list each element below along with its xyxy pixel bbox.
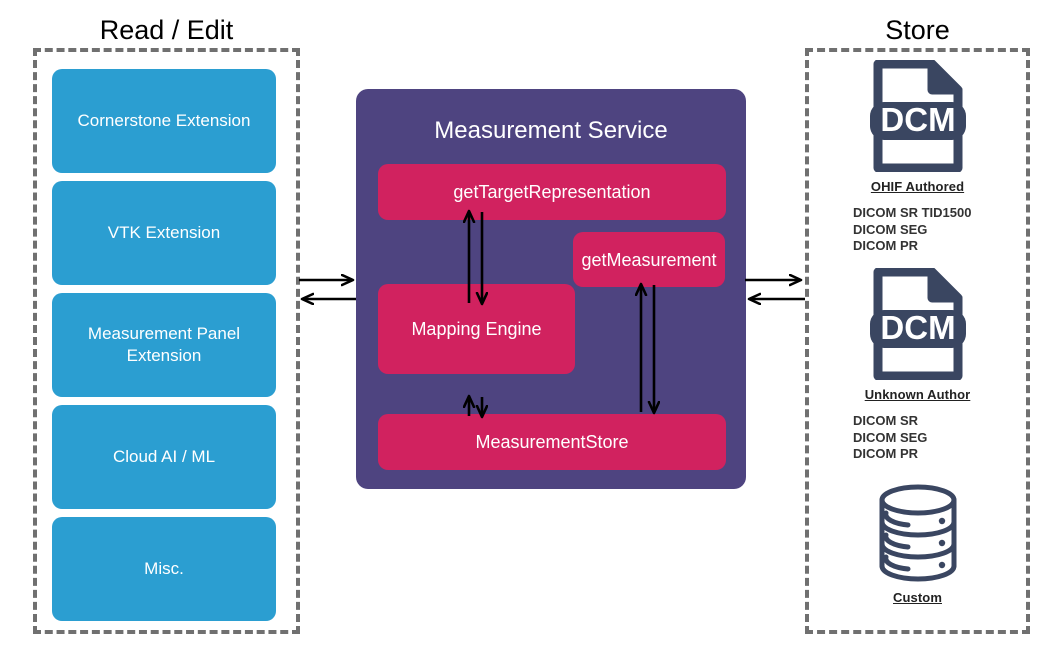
extension-card-cloud-ai-ml[interactable]: Cloud AI / ML [52,405,276,509]
store-item-formats: DICOM SR TID1500 DICOM SEG DICOM PR [805,205,1030,255]
dcm-file-icon: DCM [805,60,1030,172]
extension-card-measurement-panel[interactable]: Measurement Panel Extension [52,293,276,397]
mapping-engine-label: Mapping Engine [411,319,542,339]
mapping-engine-box[interactable]: Mapping Engine [378,284,575,374]
store-item-formats: DICOM SR DICOM SEG DICOM PR [805,413,1030,463]
extension-card-label: Measurement Panel Extension [87,324,241,365]
measurement-store-label: MeasurementStore [475,432,629,452]
measurement-service-title: Measurement Service [434,117,668,144]
extension-card-label: Misc. [144,559,184,578]
extension-card-vtk[interactable]: VTK Extension [52,181,276,285]
dcm-file-icon: DCM [805,268,1030,380]
format-line: DICOM SEG [853,429,928,445]
measurement-service-panel: Measurement Service getTargetRepresentat… [356,89,746,489]
get-target-representation-label: getTargetRepresentation [453,182,651,202]
format-line: DICOM PR [853,238,918,253]
extension-card-label: Cloud AI / ML [112,447,216,466]
store-item-label: OHIF Authored [870,179,965,194]
extension-card-cornerstone[interactable]: Cornerstone Extension [52,69,276,173]
store-item-label: Custom [893,590,942,605]
format-line: DICOM SEG [853,221,928,237]
store-item-label: Unknown Author [864,387,971,402]
dcm-icon-text: DCM [880,101,955,138]
store-item-custom: Custom [805,483,1030,605]
arrow-service-to-store [745,280,805,299]
get-measurement-label: getMeasurement [581,249,717,270]
extension-card-label: VTK Extension [107,223,221,242]
format-line: DICOM SR [853,413,918,428]
dcm-icon-text: DCM [880,309,955,346]
extension-card-label: Cornerstone Extension [77,111,251,130]
store-item-unknown-author: DCM Unknown Author DICOM SR DICOM SEG DI… [805,268,1030,463]
extension-card-misc[interactable]: Misc. [52,517,276,621]
store-item-ohif-authored: DCM OHIF Authored DICOM SR TID1500 DICOM… [805,60,1030,255]
format-line: DICOM PR [853,446,918,461]
get-measurement-box[interactable]: getMeasurement [573,232,725,287]
get-target-representation-box[interactable]: getTargetRepresentation [378,164,726,220]
format-line: DICOM SR TID1500 [853,205,972,220]
measurement-store-box[interactable]: MeasurementStore [378,414,726,470]
column-title-read-edit: Read / Edit [99,15,234,45]
column-title-store: Store [885,15,950,45]
diagram-canvas: Read / Edit Store Cornerstone Extension … [0,0,1047,665]
database-cylinder-icon [805,483,1030,583]
arrow-left-group-to-service [299,280,356,299]
